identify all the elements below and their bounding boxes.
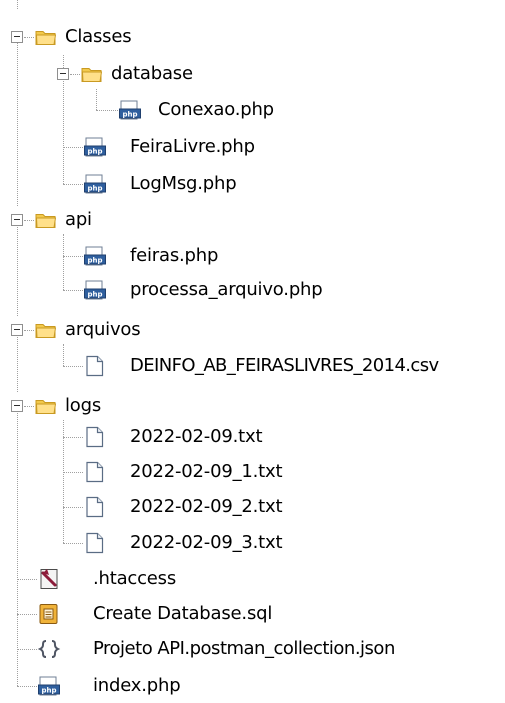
collapse-database-toggle[interactable]	[57, 68, 69, 80]
tree-item-log-file[interactable]: 2022-02-09_3.txt	[83, 526, 323, 560]
tree-guide-line	[24, 406, 34, 407]
tree-item-label: database	[111, 63, 193, 84]
text-file-icon	[83, 354, 107, 378]
tree-item-label: Create Database.sql	[93, 603, 273, 624]
collapse-classes-toggle[interactable]	[11, 31, 23, 43]
tree-item-conexao-php[interactable]: Conexao.php	[118, 93, 328, 127]
tree-item-log-file[interactable]: 2022-02-09.txt	[83, 420, 323, 454]
sql-file-icon	[37, 602, 61, 626]
php-file-icon	[118, 98, 142, 122]
tree-item-label: .htaccess	[93, 568, 177, 589]
tree-guide-line	[17, 220, 18, 316]
tree-item-label: 2022-02-09.txt	[130, 426, 263, 447]
tree-guide-line	[63, 420, 64, 543]
php-file-icon	[37, 674, 61, 698]
tree-guide-line	[17, 330, 18, 392]
tree-guide-line	[63, 256, 83, 257]
collapse-arquivos-toggle[interactable]	[11, 324, 23, 336]
php-file-icon	[83, 278, 107, 302]
tree-guide-line	[63, 543, 83, 544]
tree-item-processa-arquivo-php[interactable]: processa_arquivo.php	[83, 273, 383, 307]
tree-item-database[interactable]: database	[80, 57, 250, 91]
folder-icon	[34, 394, 58, 418]
text-file-icon	[83, 531, 107, 555]
json-file-icon	[37, 637, 61, 661]
tree-item-log-file[interactable]: 2022-02-09_1.txt	[83, 455, 323, 489]
tree-guide-line	[63, 344, 64, 366]
folder-icon	[34, 208, 58, 232]
tree-item-label: 2022-02-09_3.txt	[130, 532, 283, 553]
tree-item-postman-collection-json[interactable]: Projeto API.postman_collection.json	[37, 632, 503, 666]
tree-guide-line	[24, 37, 34, 38]
tree-item-label: Projeto API.postman_collection.json	[93, 638, 395, 659]
tree-item-label: DEINFO_AB_FEIRASLIVRES_2014.csv	[130, 355, 439, 376]
project-file-tree: Classes database Conexao.php FeiraLivre.…	[0, 0, 505, 700]
tree-item-api[interactable]: api	[34, 203, 154, 237]
tree-item-feiralivre-php[interactable]: FeiraLivre.php	[83, 130, 303, 164]
tree-item-index-php[interactable]: index.php	[37, 669, 257, 703]
tree-guide-line	[24, 330, 34, 331]
tree-guide-line	[63, 147, 83, 148]
tree-item-feiras-php[interactable]: feiras.php	[83, 239, 283, 273]
tree-item-classes[interactable]: Classes	[34, 20, 234, 54]
tree-guide-line	[63, 366, 83, 367]
tree-guide-line	[17, 686, 37, 687]
tree-item-label: api	[65, 209, 92, 230]
tree-item-label: LogMsg.php	[130, 173, 237, 194]
tree-guide-line	[17, 37, 18, 206]
tree-item-create-database-sql[interactable]: Create Database.sql	[37, 597, 357, 631]
htaccess-file-icon	[37, 567, 61, 591]
tree-item-label: 2022-02-09_2.txt	[130, 496, 283, 517]
tree-guide-line	[63, 472, 83, 473]
tree-item-label: Conexao.php	[158, 99, 274, 120]
text-file-icon	[83, 495, 107, 519]
tree-item-log-file[interactable]: 2022-02-09_2.txt	[83, 490, 323, 524]
tree-item-label: index.php	[93, 675, 181, 696]
tree-guide-line	[96, 110, 118, 111]
php-file-icon	[83, 135, 107, 159]
tree-guide-line	[24, 220, 34, 221]
tree-item-logs[interactable]: logs	[34, 389, 154, 423]
tree-item-label: arquivos	[65, 319, 141, 340]
tree-guide-line	[63, 290, 83, 291]
tree-guide-line	[63, 234, 64, 290]
tree-guide-line	[17, 0, 18, 9]
text-file-icon	[83, 425, 107, 449]
tree-item-logmsg-php[interactable]: LogMsg.php	[83, 167, 283, 201]
tree-item-label: FeiraLivre.php	[130, 136, 255, 157]
tree-guide-line	[70, 74, 80, 75]
collapse-api-toggle[interactable]	[11, 214, 23, 226]
tree-guide-line	[63, 507, 83, 508]
collapse-logs-toggle[interactable]	[11, 400, 23, 412]
tree-guide-line	[63, 437, 83, 438]
text-file-icon	[83, 460, 107, 484]
folder-icon	[34, 25, 58, 49]
tree-item-arquivos[interactable]: arquivos	[34, 313, 214, 347]
tree-guide-line	[17, 579, 37, 580]
tree-item-label: Classes	[65, 26, 132, 47]
tree-item-label: feiras.php	[130, 245, 219, 266]
tree-guide-line	[96, 89, 97, 110]
tree-item-label: 2022-02-09_1.txt	[130, 461, 283, 482]
tree-item-deinfo-csv[interactable]: DEINFO_AB_FEIRASLIVRES_2014.csv	[83, 349, 503, 383]
folder-icon	[80, 62, 104, 86]
php-file-icon	[83, 244, 107, 268]
tree-item-htaccess[interactable]: .htaccess	[37, 562, 217, 596]
tree-guide-line	[63, 184, 83, 185]
tree-guide-line	[17, 614, 37, 615]
folder-icon	[34, 318, 58, 342]
tree-item-label: logs	[65, 395, 102, 416]
tree-item-label: processa_arquivo.php	[130, 279, 323, 300]
php-file-icon	[83, 172, 107, 196]
tree-guide-line	[17, 406, 18, 686]
tree-guide-line	[17, 649, 37, 650]
